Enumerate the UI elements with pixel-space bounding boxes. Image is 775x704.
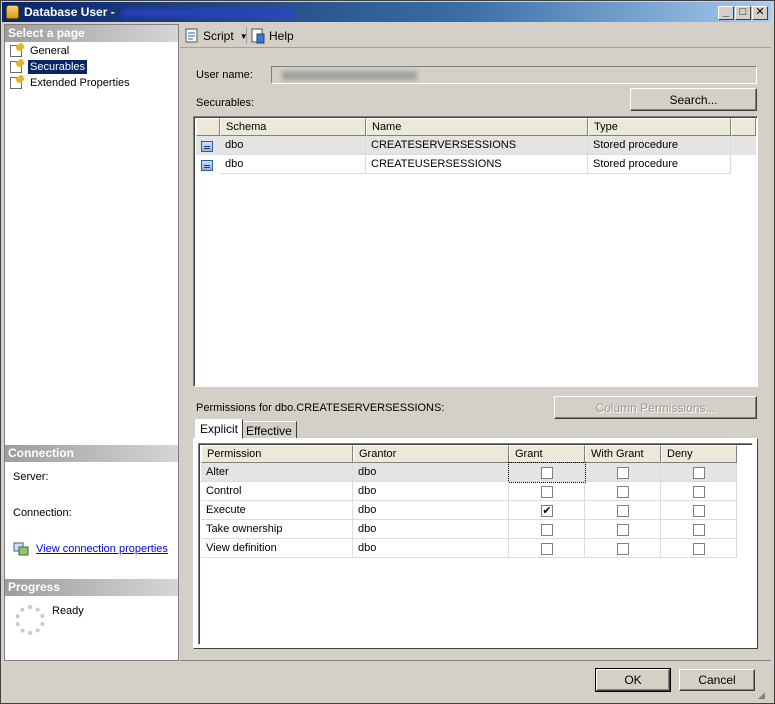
user-name-label: User name: xyxy=(196,69,253,81)
deny-checkbox[interactable] xyxy=(693,467,705,479)
cancel-button[interactable]: Cancel xyxy=(679,669,755,691)
connection-properties-icon xyxy=(13,542,29,556)
grantor-cell: dbo xyxy=(353,482,509,501)
ok-button[interactable]: OK xyxy=(595,668,671,692)
progress-spinner-icon xyxy=(15,605,45,635)
help-label: Help xyxy=(269,29,294,43)
script-button[interactable]: Script ▼ xyxy=(184,28,248,44)
permission-cell: Take ownership xyxy=(201,520,353,539)
stored-procedure-icon xyxy=(201,160,213,171)
property-page-icon xyxy=(9,42,25,58)
grant-checkbox[interactable] xyxy=(541,524,553,536)
search-button[interactable]: Search... xyxy=(630,88,757,111)
with-grant-checkbox[interactable] xyxy=(617,486,629,498)
name-cell: CREATESERVERSESSIONS xyxy=(366,136,588,155)
column-header-schema[interactable]: Schema xyxy=(220,118,366,136)
grantor-cell: dbo xyxy=(353,520,509,539)
column-header-grant[interactable]: Grant xyxy=(509,445,585,463)
grant-checkbox[interactable]: ✔ xyxy=(541,505,553,517)
deny-checkbox[interactable] xyxy=(693,524,705,536)
column-header-filler xyxy=(731,118,756,136)
column-header-with-grant[interactable]: With Grant xyxy=(585,445,661,463)
grantor-cell: dbo xyxy=(353,539,509,558)
schema-cell: dbo xyxy=(220,155,366,174)
permissions-label: Permissions for dbo.CREATESERVERSESSIONS… xyxy=(196,402,445,414)
column-header-name[interactable]: Name xyxy=(366,118,588,136)
grantor-cell: dbo xyxy=(353,463,509,482)
with-grant-checkbox[interactable] xyxy=(617,505,629,517)
securables-grid: Schema Name Type dbo CREATESERVERSESSION… xyxy=(193,116,758,387)
help-button[interactable]: Help xyxy=(250,28,294,44)
schema-cell: dbo xyxy=(220,136,366,155)
permission-cell: Alter xyxy=(201,463,353,482)
with-grant-checkbox[interactable] xyxy=(617,467,629,479)
property-page-icon xyxy=(9,74,25,90)
deny-checkbox[interactable] xyxy=(693,486,705,498)
stored-procedure-icon xyxy=(201,141,213,152)
type-cell: Stored procedure xyxy=(588,155,731,174)
page-item-securables[interactable]: Securables xyxy=(9,58,88,75)
page-item-label: General xyxy=(30,45,70,57)
script-label: Script xyxy=(203,29,234,43)
row-header-corner xyxy=(196,118,220,136)
toolbar: Script ▼ Help xyxy=(180,24,771,48)
column-header-type[interactable]: Type xyxy=(588,118,731,136)
resize-grip-icon[interactable]: ◢ xyxy=(758,690,770,701)
connection-label: Connection: xyxy=(13,507,72,519)
toolbar-separator xyxy=(246,27,247,44)
with-grant-checkbox[interactable] xyxy=(617,543,629,555)
server-label: Server: xyxy=(13,471,49,483)
column-header-deny[interactable]: Deny xyxy=(661,445,737,463)
deny-checkbox[interactable] xyxy=(693,543,705,555)
connection-header: Connection xyxy=(5,445,178,462)
tab-effective[interactable]: Effective xyxy=(241,421,297,439)
explicit-tab-panel: Permission Grantor Grant With Grant Deny… xyxy=(193,438,758,649)
footer-divider xyxy=(180,660,771,661)
page-item-label: Extended Properties xyxy=(30,77,130,89)
grant-checkbox[interactable] xyxy=(541,543,553,555)
close-icon[interactable]: ✕ xyxy=(752,6,768,20)
deny-checkbox[interactable] xyxy=(693,505,705,517)
securables-label: Securables: xyxy=(196,97,255,109)
property-page-icon xyxy=(9,58,25,74)
database-user-icon xyxy=(6,5,19,19)
select-page-header: Select a page xyxy=(5,25,178,42)
permission-cell: View definition xyxy=(201,539,353,558)
maximize-icon[interactable]: □ xyxy=(735,6,751,20)
grant-checkbox[interactable] xyxy=(541,486,553,498)
view-connection-properties-link[interactable]: View connection properties xyxy=(36,543,168,555)
grant-checkbox[interactable] xyxy=(541,467,553,479)
type-cell: Stored procedure xyxy=(588,136,731,155)
tab-explicit[interactable]: Explicit xyxy=(195,419,244,439)
column-header-permission[interactable]: Permission xyxy=(201,445,353,463)
redacted-user-name xyxy=(122,9,294,17)
title-bar[interactable]: Database User - _ □ ✕ xyxy=(2,2,771,22)
permission-cell: Execute xyxy=(201,501,353,520)
permission-cell: Control xyxy=(201,482,353,501)
help-icon xyxy=(250,28,266,44)
user-name-field xyxy=(271,66,757,84)
with-grant-checkbox[interactable] xyxy=(617,524,629,536)
grantor-cell: dbo xyxy=(353,501,509,520)
name-cell: CREATEUSERSESSIONS xyxy=(366,155,588,174)
page-item-general[interactable]: General xyxy=(9,42,71,59)
progress-header: Progress xyxy=(5,579,178,596)
column-permissions-button[interactable]: Column Permissions... xyxy=(554,396,757,419)
left-panel: Select a page General Securables Extende… xyxy=(4,24,179,661)
progress-status: Ready xyxy=(52,605,84,617)
permissions-grid: Permission Grantor Grant With Grant Deny… xyxy=(198,443,753,645)
minimize-icon[interactable]: _ xyxy=(718,6,734,20)
page-item-label: Securables xyxy=(28,60,88,74)
column-header-grantor[interactable]: Grantor xyxy=(353,445,509,463)
page-item-extended-properties[interactable]: Extended Properties xyxy=(9,74,132,91)
window-title: Database User - xyxy=(24,5,115,19)
script-icon xyxy=(184,28,200,44)
